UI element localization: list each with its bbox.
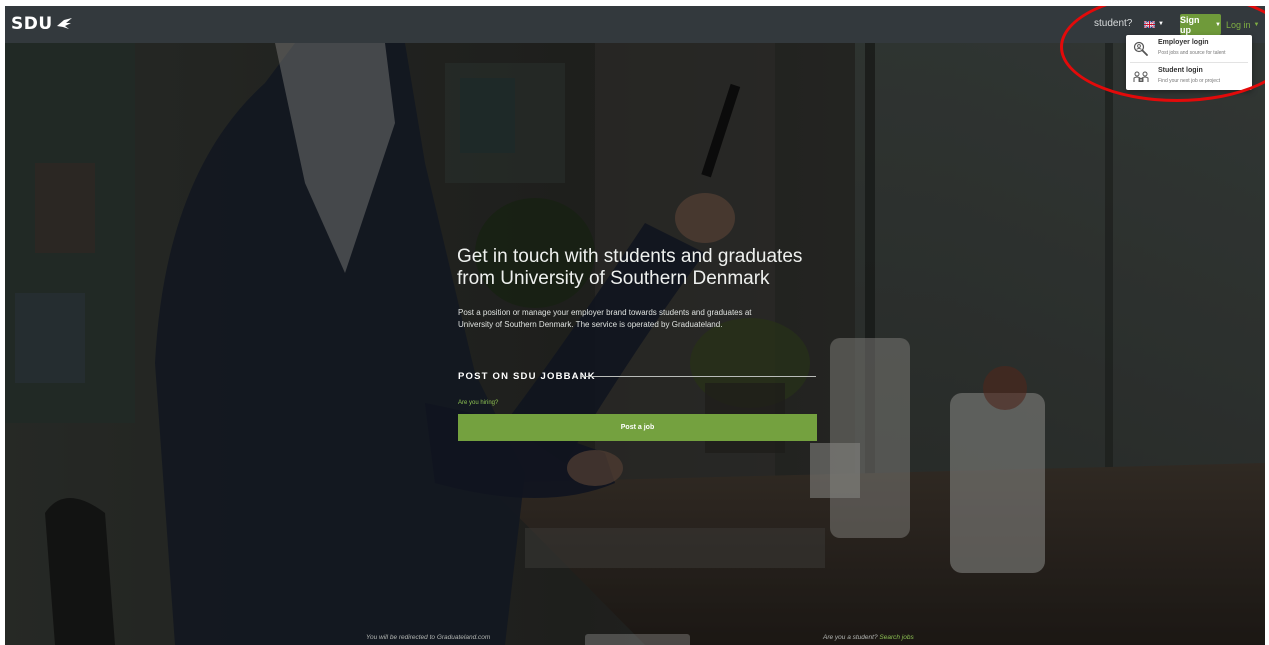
lead-line-2: University of Southern Denmark. The serv… <box>458 320 723 329</box>
magnifier-person-icon <box>1133 41 1148 56</box>
sdu-bird-icon <box>56 18 72 29</box>
headline-line-2: from University of Southern Denmark <box>457 268 770 289</box>
student-login-subtitle: Find your next job or project <box>1158 78 1220 84</box>
hero-headline: Get in touch with students and graduates… <box>457 246 837 290</box>
logo-text: SDU <box>11 14 53 34</box>
browser-viewport: SDU student? ▼ Sign up ▼ Log in ▼ Employ… <box>5 6 1265 645</box>
hiring-label: Are you hiring? <box>458 400 499 406</box>
chevron-down-icon: ▼ <box>1158 21 1164 27</box>
post-a-job-button[interactable]: Post a job <box>458 414 817 441</box>
hero-lead-text: Post a position or manage your employer … <box>458 307 838 331</box>
redirect-notice: You will be redirected to Graduateland.c… <box>366 634 491 641</box>
post-section-title: POST ON SDU JOBBANK <box>458 371 596 382</box>
language-selector[interactable]: ▼ <box>1144 14 1174 34</box>
log-in-label: Log in <box>1226 19 1251 30</box>
search-jobs-link[interactable]: Search jobs <box>879 634 913 641</box>
log-in-button[interactable]: Log in ▼ <box>1226 14 1262 35</box>
student-login-item[interactable]: Student login Find your next job or proj… <box>1126 63 1252 90</box>
student-login-title: Student login <box>1158 67 1203 74</box>
lead-line-1: Post a position or manage your employer … <box>458 308 752 317</box>
section-divider <box>581 376 816 377</box>
login-dropdown-menu: Employer login Post jobs and source for … <box>1126 35 1252 90</box>
student-question: Are you a student? <box>823 634 878 641</box>
sign-up-label: Sign up <box>1180 14 1200 35</box>
headline-line-1: Get in touch with students and graduates <box>457 246 803 267</box>
employer-login-title: Employer login <box>1158 39 1209 46</box>
scroll-down-tab[interactable] <box>585 634 690 645</box>
employer-login-subtitle: Post jobs and source for talent <box>1158 50 1226 56</box>
hero-background-photo <box>5 43 1265 645</box>
top-navigation-bar: SDU student? ▼ Sign up ▼ Log in ▼ <box>5 6 1265 43</box>
sdu-logo[interactable]: SDU <box>11 14 73 34</box>
chevron-down-icon: ▼ <box>1215 21 1221 28</box>
sign-up-button[interactable]: Sign up ▼ <box>1180 14 1221 35</box>
employer-login-item[interactable]: Employer login Post jobs and source for … <box>1126 35 1252 62</box>
student-prompt: Are you a student? Search jobs <box>823 634 914 641</box>
students-icon <box>1133 71 1149 82</box>
chevron-down-icon: ▼ <box>1253 21 1260 28</box>
uk-flag-icon <box>1144 20 1155 28</box>
student-link[interactable]: student? <box>1094 18 1132 29</box>
